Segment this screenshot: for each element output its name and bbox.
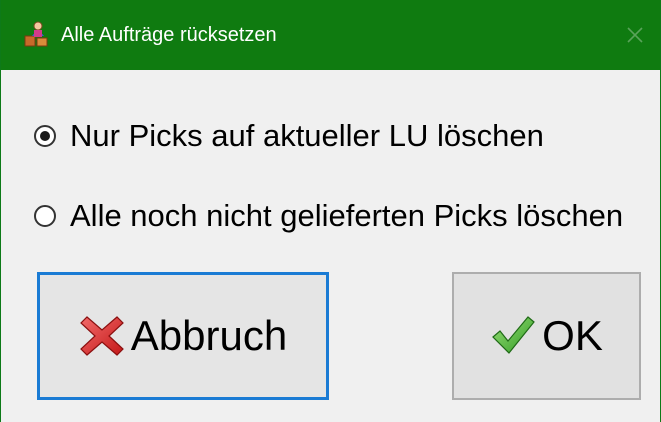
green-check-icon [490, 313, 536, 359]
ok-label: OK [542, 312, 603, 359]
close-icon [627, 27, 643, 43]
dialog-content: Nur Picks auf aktueller LU löschen Alle … [1, 70, 660, 422]
option-label: Alle noch nicht gelieferten Picks lösche… [70, 198, 624, 233]
ok-button[interactable]: OK [452, 272, 641, 400]
option-label: Nur Picks auf aktueller LU löschen [70, 118, 544, 153]
option-all-undelivered[interactable]: Alle noch nicht gelieferten Picks lösche… [34, 198, 623, 234]
close-button[interactable] [610, 0, 660, 70]
title-bar[interactable]: Alle Aufträge rücksetzen [1, 0, 660, 70]
cancel-label: Abbruch [130, 312, 288, 359]
dialog-window: Alle Aufträge rücksetzen Nur Picks auf a… [0, 0, 661, 422]
radio-button-selected[interactable] [34, 125, 56, 147]
window-title: Alle Aufträge rücksetzen [61, 24, 277, 46]
radio-button[interactable] [34, 205, 56, 227]
warehouse-worker-icon [23, 20, 51, 48]
cancel-button[interactable]: Abbruch [37, 272, 329, 400]
option-current-lu[interactable]: Nur Picks auf aktueller LU löschen [34, 118, 544, 154]
red-x-icon [79, 313, 125, 359]
